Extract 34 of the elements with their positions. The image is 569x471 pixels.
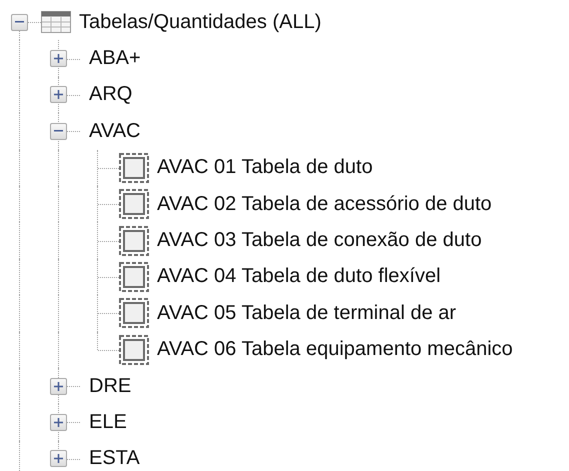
plus-icon <box>54 90 63 100</box>
schedule-icon <box>119 152 149 183</box>
tree-item-label[interactable]: ARQ <box>89 83 132 106</box>
plus-icon <box>54 454 63 464</box>
tree-item-label[interactable]: ELE <box>89 410 127 434</box>
schedule-icon <box>119 226 149 256</box>
tree-item-label[interactable]: AVAC 03 Tabela de conexão de duto <box>157 229 482 252</box>
tree-item-label[interactable]: DRE <box>89 374 132 398</box>
expand-button[interactable] <box>50 414 67 431</box>
tree-item-label[interactable]: AVAC 04 Tabela de duto flexível <box>157 265 441 288</box>
tree-item-label[interactable]: ABA+ <box>89 47 141 70</box>
plus-icon <box>54 382 63 391</box>
minus-icon <box>54 130 63 132</box>
expand-button[interactable] <box>50 86 67 104</box>
plus-icon <box>54 418 63 427</box>
expand-button[interactable] <box>50 378 67 395</box>
minus-icon <box>15 21 24 24</box>
expand-button[interactable] <box>50 450 67 468</box>
collapse-button[interactable] <box>11 14 28 31</box>
schedule-icon <box>119 262 149 292</box>
tree-item-label[interactable]: Tabelas/Quantidades (ALL) <box>79 10 322 34</box>
schedule-icon <box>119 189 149 220</box>
schedule-icon <box>119 298 149 328</box>
tree-item-label[interactable]: AVAC 06 Tabela equipamento mecânico <box>157 338 513 362</box>
tree-item-label[interactable]: AVAC 02 Tabela de acessório de duto <box>157 192 492 216</box>
expand-button[interactable] <box>50 50 67 68</box>
tree-item-label[interactable]: AVAC <box>89 120 140 143</box>
collapse-button[interactable] <box>50 122 67 140</box>
table-icon <box>41 11 71 34</box>
tree-item-label[interactable]: AVAC 01 Tabela de duto <box>157 156 373 180</box>
plus-icon <box>54 54 63 64</box>
schedule-icon <box>119 334 149 365</box>
tree-item-label[interactable]: ESTA <box>89 447 140 470</box>
tree-item-label[interactable]: AVAC 05 Tabela de terminal de ar <box>157 302 456 325</box>
